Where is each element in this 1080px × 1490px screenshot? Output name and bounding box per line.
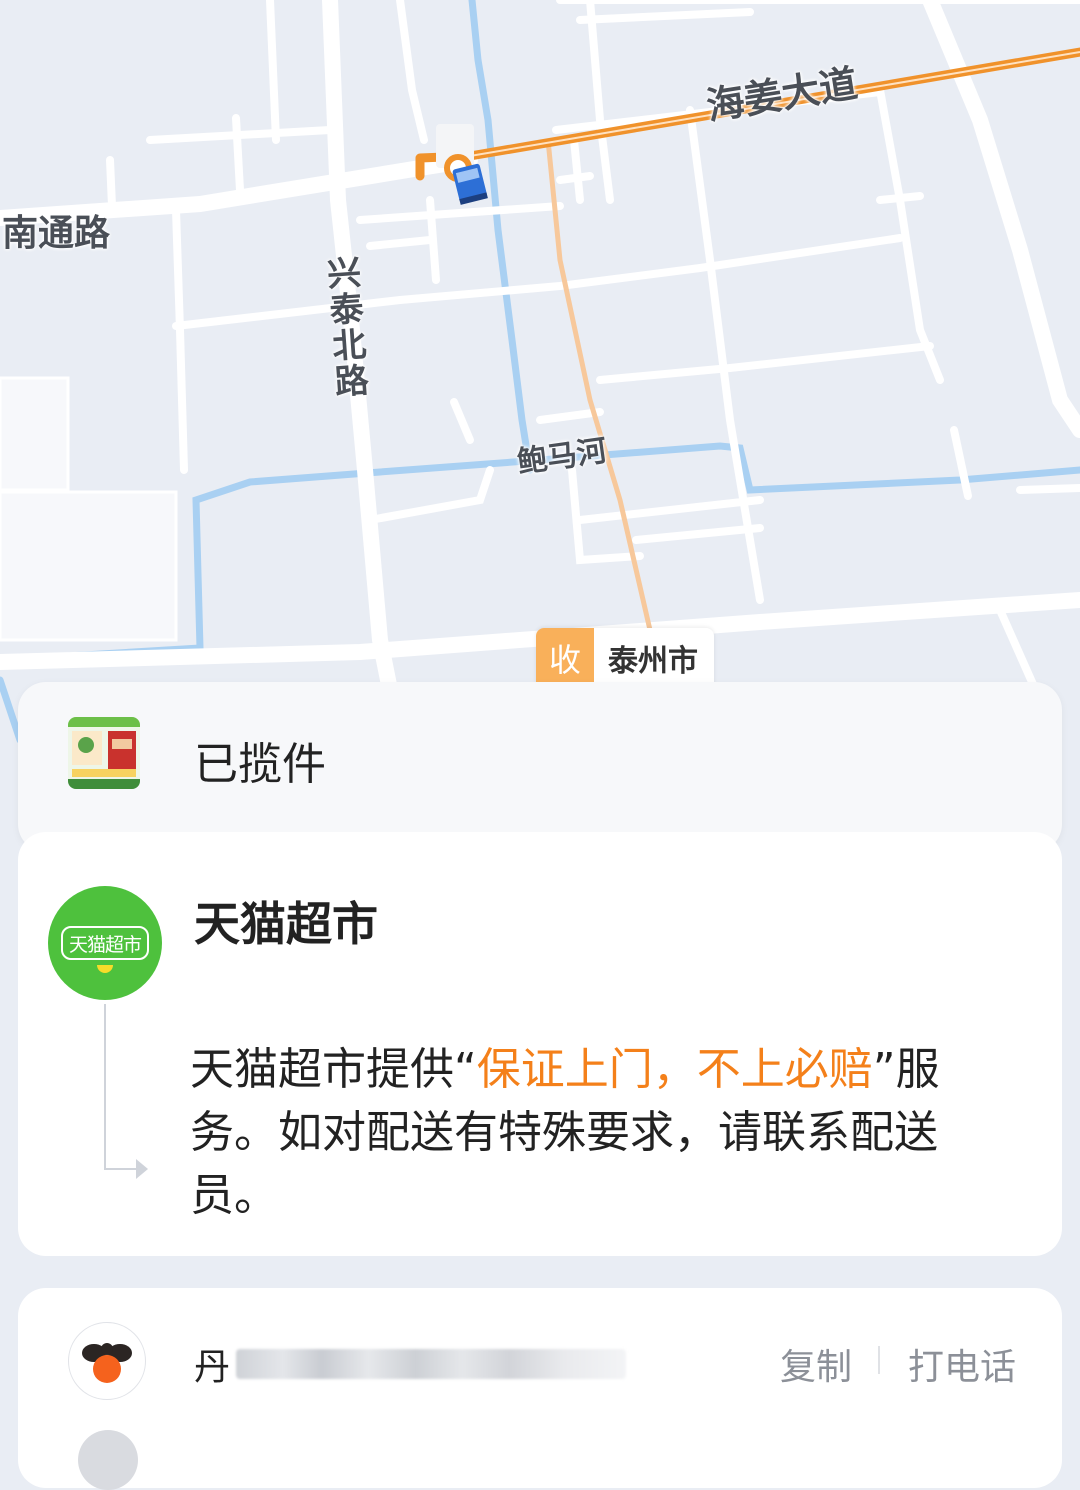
package-status-card[interactable]: 已揽件 <box>18 682 1062 852</box>
destination-marker[interactable]: 收 泰州市 <box>536 628 714 688</box>
map-label-road: 南通路 <box>2 213 111 254</box>
tmall-supermarket-logo: 天猫超市 <box>48 886 162 1000</box>
notice-prefix: 天猫超市提供“ <box>190 1044 477 1095</box>
courier-phone: 丹 <box>194 1338 627 1390</box>
product-package-thumbnail <box>68 717 140 789</box>
receive-badge: 收 <box>536 628 594 688</box>
delivery-guarantee-notice: 天猫超市提供“保证上门，不上必赔”服务。如对配送有特殊要求，请联系配送员。 <box>190 1038 1020 1227</box>
smile-icon <box>97 965 113 973</box>
timeline-connector <box>104 1004 106 1168</box>
courier-name-prefix: 丹 <box>194 1347 231 1388</box>
next-avatar <box>78 1430 138 1490</box>
logo-text: 天猫超市 <box>68 933 142 956</box>
courier-bee-icon <box>68 1322 146 1400</box>
destination-city: 泰州市 <box>608 644 698 679</box>
call-button[interactable]: 打电话 <box>908 1338 1016 1390</box>
timeline-connector-hook <box>104 1168 138 1170</box>
copy-button[interactable]: 复制 <box>780 1338 852 1390</box>
notice-highlight[interactable]: 保证上门，不上必赔 <box>477 1044 873 1095</box>
shop-name: 天猫超市 <box>194 897 378 951</box>
merchant-notice-card: 天猫超市 天猫超市 天猫超市提供“保证上门，不上必赔”服务。如对配送有特殊要求，… <box>18 832 1062 1256</box>
action-divider <box>878 1346 880 1374</box>
masked-phone-number <box>236 1349 627 1379</box>
package-status: 已揽件 <box>194 739 326 790</box>
courier-card: 丹 复制 打电话 <box>18 1288 1062 1490</box>
timeline-arrow-icon <box>136 1159 148 1179</box>
